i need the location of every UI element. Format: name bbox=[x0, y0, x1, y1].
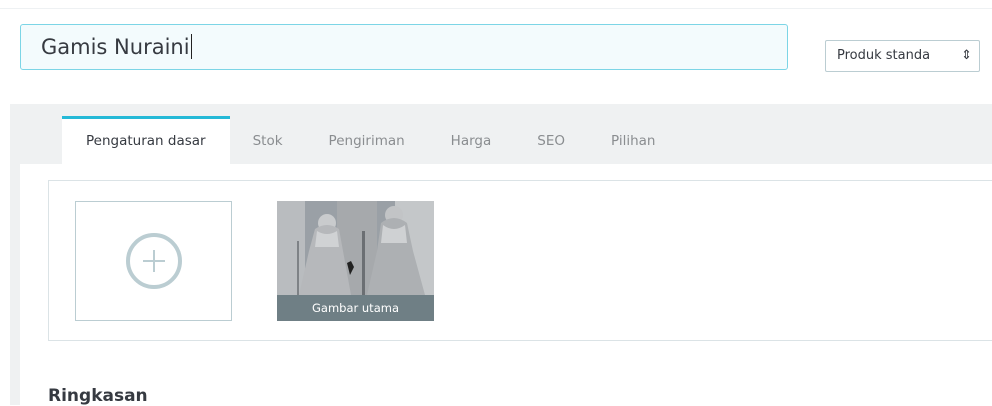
summary-heading: Ringkasan bbox=[48, 386, 148, 406]
product-tabs: Pengaturan dasar Stok Pengiriman Harga S… bbox=[62, 116, 678, 164]
product-form-panel: Pengaturan dasar Stok Pengiriman Harga S… bbox=[10, 104, 992, 406]
text-caret bbox=[190, 34, 192, 59]
image-gallery: Gambar utama bbox=[48, 180, 992, 341]
sort-arrows-icon: ⇕ bbox=[961, 48, 972, 63]
tab-content: Gambar utama Ringkasan bbox=[20, 164, 992, 406]
add-image-button[interactable] bbox=[75, 201, 232, 321]
tab-stock[interactable]: Stok bbox=[230, 116, 306, 164]
tab-pricing[interactable]: Harga bbox=[428, 116, 515, 164]
product-type-select[interactable]: Produk standa ⇕ bbox=[825, 40, 980, 72]
product-name-value: Gamis Nuraini bbox=[41, 35, 190, 59]
tab-seo[interactable]: SEO bbox=[514, 116, 588, 164]
tab-shipping[interactable]: Pengiriman bbox=[306, 116, 428, 164]
top-divider bbox=[0, 8, 992, 9]
plus-circle-icon bbox=[125, 233, 182, 289]
tab-basic-settings[interactable]: Pengaturan dasar bbox=[62, 116, 230, 164]
tab-options[interactable]: Pilihan bbox=[588, 116, 678, 164]
cover-image-caption: Gambar utama bbox=[277, 295, 434, 321]
product-name-input[interactable]: Gamis Nuraini bbox=[20, 24, 788, 70]
product-type-value: Produk standa bbox=[837, 48, 931, 63]
cover-image-thumbnail[interactable]: Gambar utama bbox=[277, 201, 434, 321]
